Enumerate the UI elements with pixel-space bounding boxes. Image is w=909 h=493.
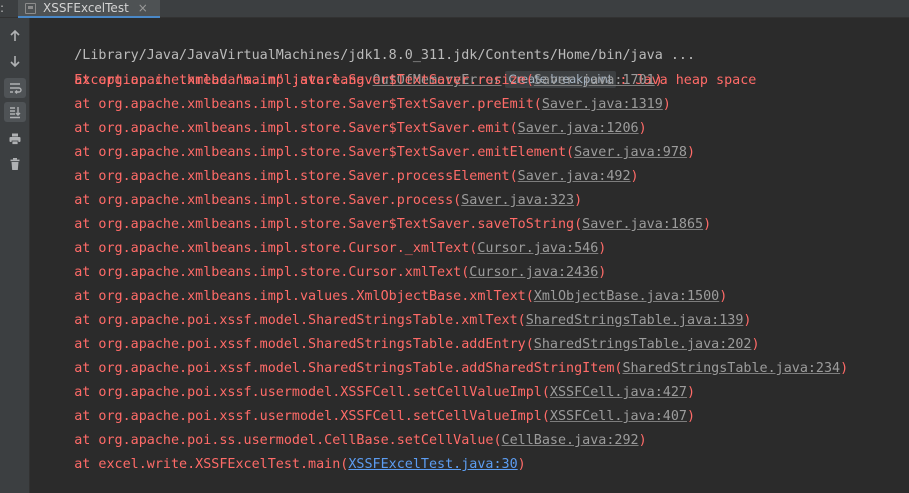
stack-frame-close-paren: ) [662,97,671,112]
stack-frame-close-paren: ) [719,289,728,304]
source-location-link[interactable]: SharedStringsTable.java:202 [534,337,752,352]
source-location-link[interactable]: Saver.java:1319 [542,97,663,112]
stack-frame-method: at org.apache.xmlbeans.impl.values.XmlOb… [42,289,534,304]
stack-frame-method: at org.apache.poi.ss.usermodel.CellBase.… [42,433,502,448]
stack-frame-close-paren: ) [703,217,712,232]
up-arrow-icon[interactable] [4,26,26,46]
scroll-to-end-icon[interactable] [4,102,26,122]
stack-frame-method: at org.apache.poi.xssf.usermodel.XSSFCel… [42,409,550,424]
stack-frame-line: at org.apache.xmlbeans.impl.store.Saver$… [42,93,671,117]
stack-frame-line: at org.apache.poi.xssf.usermodel.XSSFCel… [42,405,695,429]
stack-frame-method: at org.apache.xmlbeans.impl.store.Cursor… [42,241,478,256]
source-location-link[interactable]: Saver.java:978 [574,145,687,160]
source-location-link[interactable]: CellBase.java:292 [502,433,639,448]
stack-frame-line: at org.apache.poi.xssf.model.SharedStrin… [42,357,848,381]
stack-frame-method: at org.apache.poi.xssf.model.SharedStrin… [42,361,623,376]
stack-frame-line: at org.apache.poi.xssf.usermodel.XSSFCel… [42,381,695,405]
stack-frame-method: at org.apache.xmlbeans.impl.store.Saver.… [42,193,462,208]
stack-frame-close-paren: ) [638,433,647,448]
source-location-link[interactable]: XSSFCell.java:407 [550,409,687,424]
stack-frame-line: at org.apache.xmlbeans.impl.store.Saver$… [42,213,711,237]
stack-frame-close-paren: ) [686,385,696,400]
source-location-link[interactable]: Saver.java:492 [518,169,631,184]
stack-frame-close-paren: ) [598,265,607,280]
source-location-link[interactable]: Saver.java:323 [461,193,574,208]
stack-frame-line: at org.apache.xmlbeans.impl.store.Cursor… [42,237,606,261]
stack-frame-close-paren: ) [840,361,849,376]
tab-xssfexceltest[interactable]: XSSFExcelTest × [18,0,160,18]
tab-bar-prefix: : [0,1,5,15]
source-location-link[interactable]: SharedStringsTable.java:234 [622,361,840,376]
stack-frame-method: at org.apache.xmlbeans.impl.store.Saver$… [42,217,583,232]
stack-frame-close-paren: ) [686,145,696,160]
stack-frame-method: at org.apache.xmlbeans.impl.store.Cursor… [42,265,470,280]
source-location-link[interactable]: Cursor.java:2436 [469,265,598,280]
stack-frame-method: at org.apache.poi.xssf.model.SharedStrin… [42,337,534,352]
exception-line: Exception in thread "main" java.lang.Out… [42,45,756,88]
stack-frame-close-paren: ) [574,193,583,208]
command-line[interactable]: /Library/Java/JavaVirtualMachines/jdk1.8… [42,20,695,63]
stack-frame-line: at excel.write.XSSFExcelTest.main(XSSFEx… [42,453,526,477]
stack-frame-close-paren: ) [751,337,760,352]
stack-frame-method: at org.apache.xmlbeans.impl.store.Saver$… [42,73,534,88]
run-config-icon [25,2,36,14]
stack-frame-line: at org.apache.poi.xssf.model.SharedStrin… [42,333,760,357]
console-toolbar [0,18,30,493]
source-location-link[interactable]: SharedStringsTable.java:139 [526,313,744,328]
stack-frame-method: at org.apache.poi.xssf.usermodel.XSSFCel… [42,385,550,400]
stack-frame-line: at org.apache.xmlbeans.impl.store.Saver$… [42,117,647,141]
source-location-link[interactable]: XSSFCell.java:427 [550,385,687,400]
console-output[interactable]: /Library/Java/JavaVirtualMachines/jdk1.8… [30,18,909,493]
stack-frame-line: at org.apache.poi.xssf.model.SharedStrin… [42,309,751,333]
stack-frame-method: at org.apache.xmlbeans.impl.store.Saver.… [42,169,518,184]
close-tab-icon[interactable]: × [138,1,148,15]
source-location-link[interactable]: Saver.java:1865 [582,217,703,232]
stack-frame-close-paren: ) [638,121,647,136]
source-location-link[interactable]: XmlObjectBase.java:1500 [534,289,719,304]
stack-frame-method: at org.apache.xmlbeans.impl.store.Saver$… [42,97,542,112]
source-location-link[interactable]: XSSFExcelTest.java:30 [348,457,517,472]
stack-frame-method: at org.apache.xmlbeans.impl.store.Saver$… [42,145,575,160]
down-arrow-icon[interactable] [4,51,26,71]
tab-title: XSSFExcelTest [43,1,129,15]
stack-frame-close-paren: ) [686,409,696,424]
stack-frame-close-paren: ) [654,73,663,88]
source-location-link[interactable]: Saver.java:1206 [518,121,639,136]
source-location-link[interactable]: Saver.java:1701 [534,73,655,88]
stack-frame-line: at org.apache.xmlbeans.impl.store.Cursor… [42,261,606,285]
stack-frame-line: at org.apache.xmlbeans.impl.store.Saver$… [42,141,695,165]
stack-frame-line: at org.apache.xmlbeans.impl.values.XmlOb… [42,285,727,309]
stack-frame-close-paren: ) [743,313,752,328]
source-location-link[interactable]: Cursor.java:546 [477,241,598,256]
trash-icon[interactable] [4,154,26,174]
stack-frame-line: at org.apache.xmlbeans.impl.store.Saver.… [42,189,582,213]
run-tab-bar: : XSSFExcelTest × [0,0,909,18]
stack-frame-line: at org.apache.xmlbeans.impl.store.Saver.… [42,165,639,189]
stack-frame-line: at org.apache.poi.ss.usermodel.CellBase.… [42,429,647,453]
print-icon[interactable] [4,129,26,149]
stack-frame-method: at org.apache.poi.xssf.model.SharedStrin… [42,313,526,328]
stack-frame-close-paren: ) [598,241,607,256]
stack-frame-method: at excel.write.XSSFExcelTest.main( [42,457,349,472]
soft-wrap-icon[interactable] [4,78,26,98]
stack-frame-close-paren: ) [517,457,526,472]
stack-frame-line: at org.apache.xmlbeans.impl.store.Saver$… [42,69,663,93]
stack-frame-close-paren: ) [630,169,639,184]
stack-frame-method: at org.apache.xmlbeans.impl.store.Saver$… [42,121,518,136]
